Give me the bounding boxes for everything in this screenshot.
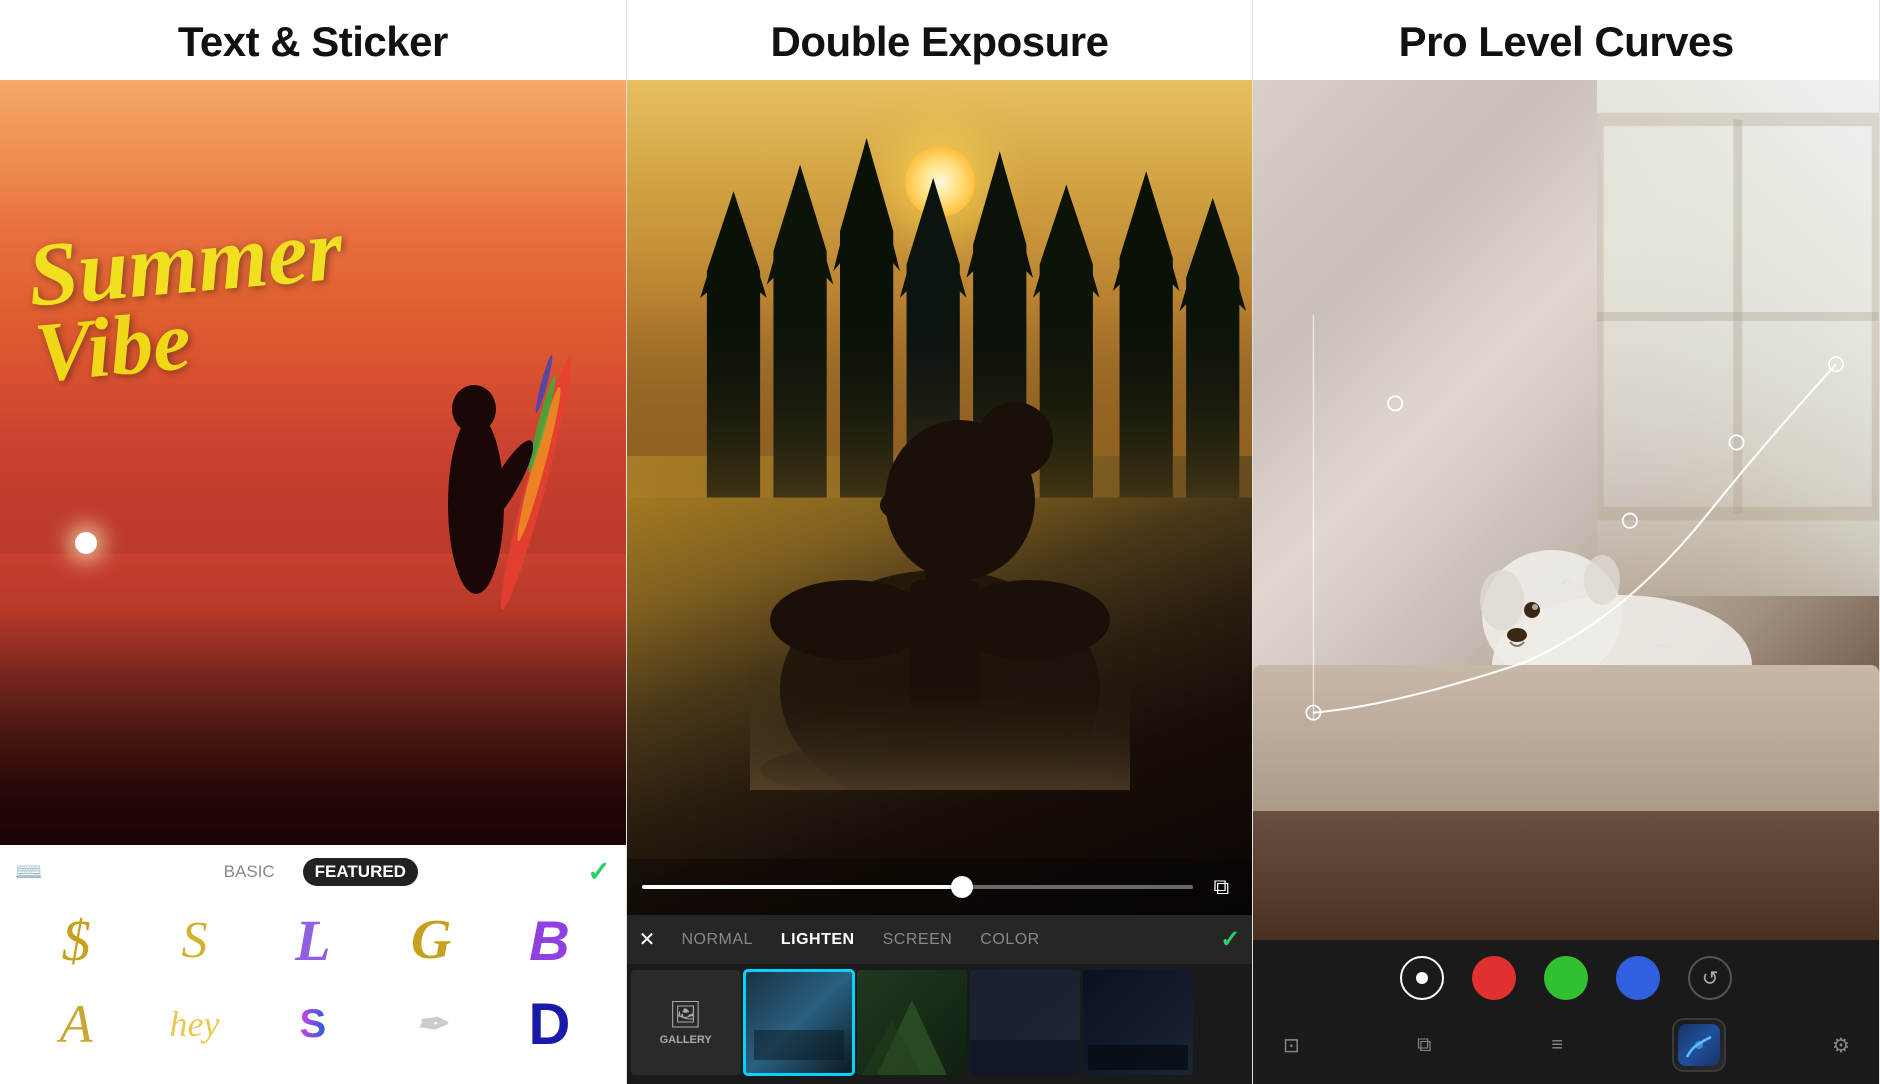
crop-icon[interactable]: ⊡: [1273, 1027, 1309, 1063]
blend-mode-tabs: ✕ NORMAL LIGHTEN SCREEN COLOR ✓: [627, 915, 1253, 964]
panel-pro-curves: Pro Level Curves: [1253, 0, 1880, 1084]
panel-double-exposure: Double Exposure: [627, 0, 1254, 1084]
sticker-3[interactable]: L: [256, 900, 370, 980]
app-icon-inner: [1678, 1024, 1720, 1066]
keyboard-icon[interactable]: ⌨️: [15, 859, 42, 885]
panel3-title: Pro Level Curves: [1253, 0, 1879, 80]
tab-featured[interactable]: FEATURED: [303, 858, 418, 886]
close-button[interactable]: ✕: [639, 927, 656, 952]
panel2-title: Double Exposure: [627, 0, 1253, 80]
panel2-title-text: Double Exposure: [771, 18, 1109, 65]
gallery-item-2[interactable]: [857, 970, 967, 1075]
compare-icon[interactable]: ⧉: [1205, 871, 1237, 903]
settings-icon[interactable]: ⚙: [1823, 1027, 1859, 1063]
gallery-item-3[interactable]: [970, 970, 1080, 1075]
panel1-title-bold: Text: [178, 18, 259, 65]
channel-red[interactable]: [1472, 956, 1516, 1000]
panel1-title: Text & Sticker: [0, 0, 626, 80]
gallery-label: GALLERY: [660, 1034, 712, 1046]
channel-reset[interactable]: ↺: [1688, 956, 1732, 1000]
gallery-item-4[interactable]: [1083, 970, 1193, 1075]
text-tabs: BASIC FEATURED: [212, 858, 418, 886]
panel1-title-normal: Sticker: [311, 18, 448, 65]
panel3-toolbar: ↺ ⊡ ⧉ ≡ ⚙: [1253, 940, 1879, 1084]
gallery-item-1[interactable]: [744, 970, 854, 1075]
blend-color[interactable]: COLOR: [970, 927, 1049, 953]
channel-blue[interactable]: [1616, 956, 1660, 1000]
panel3-background: [1253, 80, 1879, 940]
blend-lighten[interactable]: LIGHTEN: [771, 927, 865, 953]
woman-silhouette: [750, 310, 1130, 790]
sliders-icon[interactable]: ≡: [1539, 1027, 1575, 1063]
sticker-2[interactable]: S: [137, 900, 251, 980]
sticker-4[interactable]: G: [374, 900, 488, 980]
channel-row: ↺: [1253, 940, 1879, 1010]
surfer-silhouette: [396, 304, 576, 654]
panel3-title-text: Pro Level Curves: [1399, 18, 1734, 65]
panel1-toolbar: ⌨️ BASIC FEATURED ✓ $ S L G B A hey S ✒ …: [0, 845, 626, 1084]
panel1-toolbar-top: ⌨️ BASIC FEATURED ✓: [15, 855, 611, 888]
white-channel-inner: [1416, 972, 1428, 984]
curves-overlay[interactable]: [1253, 80, 1879, 940]
bottom-icon-row: ⊡ ⧉ ≡ ⚙: [1253, 1010, 1879, 1084]
panel2-background: [627, 80, 1253, 915]
sticker-7[interactable]: hey: [137, 984, 251, 1064]
blend-slider-area: ⧉: [627, 859, 1253, 915]
sticker-10[interactable]: D: [492, 984, 606, 1064]
sticker-5[interactable]: B: [492, 900, 606, 980]
panel-text-sticker: Text & Sticker Summer Vibe ⌨️: [0, 0, 627, 1084]
blend-normal[interactable]: NORMAL: [671, 927, 762, 953]
panel1-title-sep: &: [259, 18, 311, 65]
tab-basic[interactable]: BASIC: [212, 858, 287, 886]
channel-green[interactable]: [1544, 956, 1588, 1000]
image-gallery: 🖼 GALLERY: [627, 964, 1253, 1084]
channel-white[interactable]: [1400, 956, 1444, 1000]
sticker-6[interactable]: A: [19, 984, 133, 1064]
panel2-check[interactable]: ✓: [1220, 925, 1240, 954]
panel1-image-area: Summer Vibe: [0, 80, 626, 845]
blend-slider[interactable]: [642, 885, 1194, 889]
sticker-1[interactable]: $: [19, 900, 133, 980]
sticker-grid: $ S L G B A hey S ✒ D: [15, 900, 611, 1072]
gallery-add-button[interactable]: 🖼 GALLERY: [631, 970, 741, 1075]
sticker-9[interactable]: ✒: [374, 984, 488, 1064]
blend-screen[interactable]: SCREEN: [873, 927, 963, 953]
layers-icon[interactable]: ⧉: [1406, 1027, 1442, 1063]
slider-thumb[interactable]: [951, 876, 973, 898]
panel3-image-area: [1253, 80, 1879, 940]
app-icon[interactable]: [1672, 1018, 1726, 1072]
summer-vibe-overlay[interactable]: Summer Vibe: [25, 204, 353, 396]
sticker-8[interactable]: S: [256, 984, 370, 1064]
panel1-check[interactable]: ✓: [587, 855, 610, 888]
slider-fill: [642, 885, 962, 889]
panel2-image-area: ⧉: [627, 80, 1253, 915]
